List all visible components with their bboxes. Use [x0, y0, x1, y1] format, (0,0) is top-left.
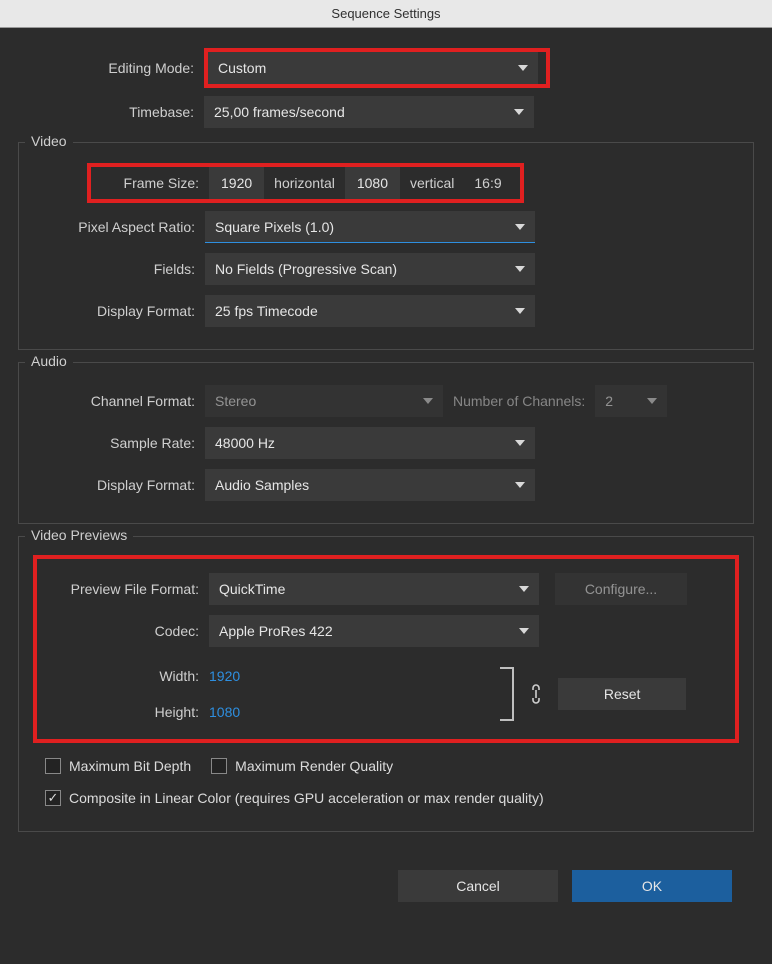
fields-value: No Fields (Progressive Scan)	[215, 253, 397, 285]
sample-rate-dropdown[interactable]: 48000 Hz	[205, 427, 535, 459]
audio-group: Audio Channel Format: Stereo Number of C…	[18, 362, 754, 524]
channel-format-dropdown: Stereo	[205, 385, 443, 417]
sample-rate-value: 48000 Hz	[215, 427, 275, 459]
video-display-format-value: 25 fps Timecode	[215, 295, 318, 327]
max-render-quality-checkbox[interactable]	[211, 758, 227, 774]
chevron-down-icon	[423, 398, 433, 404]
audio-display-format-dropdown[interactable]: Audio Samples	[205, 469, 535, 501]
par-dropdown[interactable]: Square Pixels (1.0)	[205, 211, 535, 243]
codec-dropdown[interactable]: Apple ProRes 422	[209, 615, 539, 647]
previews-legend: Video Previews	[25, 527, 133, 543]
frame-size-label: Frame Size:	[91, 175, 209, 191]
ok-button[interactable]: OK	[572, 870, 732, 902]
reset-button[interactable]: Reset	[558, 678, 686, 710]
editing-mode-value: Custom	[218, 52, 266, 84]
max-render-quality-label: Maximum Render Quality	[235, 758, 393, 774]
video-display-format-dropdown[interactable]: 25 fps Timecode	[205, 295, 535, 327]
previews-group: Video Previews Preview File Format: Quic…	[18, 536, 754, 832]
channel-format-label: Channel Format:	[19, 393, 205, 409]
composite-linear-checkbox[interactable]: ✓	[45, 790, 61, 806]
timebase-label: Timebase:	[18, 104, 204, 120]
video-legend: Video	[25, 133, 73, 149]
par-value: Square Pixels (1.0)	[215, 211, 334, 243]
channel-format-value: Stereo	[215, 385, 256, 417]
preview-width-input[interactable]: 1920	[209, 668, 240, 684]
preview-file-format-value: QuickTime	[219, 573, 285, 605]
chevron-down-icon	[515, 266, 525, 272]
preview-file-format-dropdown[interactable]: QuickTime	[209, 573, 539, 605]
chevron-down-icon	[647, 398, 657, 404]
num-channels-value: 2	[605, 385, 613, 417]
aspect-ratio-text: 16:9	[464, 175, 511, 191]
timebase-dropdown[interactable]: 25,00 frames/second	[204, 96, 534, 128]
preview-width-label: Width:	[37, 668, 209, 684]
chevron-down-icon	[515, 308, 525, 314]
preview-height-input[interactable]: 1080	[209, 704, 240, 720]
link-bracket	[500, 667, 514, 721]
fields-dropdown[interactable]: No Fields (Progressive Scan)	[205, 253, 535, 285]
chevron-down-icon	[515, 224, 525, 230]
chevron-down-icon	[519, 586, 529, 592]
editing-mode-label: Editing Mode:	[18, 60, 204, 76]
preview-file-format-label: Preview File Format:	[37, 581, 209, 597]
timebase-value: 25,00 frames/second	[214, 96, 345, 128]
num-channels-label: Number of Channels:	[443, 393, 595, 409]
audio-display-format-label: Display Format:	[19, 477, 205, 493]
preview-height-label: Height:	[37, 704, 209, 720]
fields-label: Fields:	[19, 261, 205, 277]
chevron-down-icon	[515, 440, 525, 446]
vertical-label: vertical	[400, 175, 464, 191]
audio-display-format-value: Audio Samples	[215, 469, 309, 501]
chevron-down-icon	[515, 482, 525, 488]
chevron-down-icon	[518, 65, 528, 71]
cancel-button[interactable]: Cancel	[398, 870, 558, 902]
horizontal-label: horizontal	[264, 175, 345, 191]
audio-legend: Audio	[25, 353, 73, 369]
codec-value: Apple ProRes 422	[219, 615, 333, 647]
video-display-format-label: Display Format:	[19, 303, 205, 319]
par-label: Pixel Aspect Ratio:	[19, 219, 205, 235]
frame-width-input[interactable]: 1920	[209, 167, 264, 199]
window-title: Sequence Settings	[0, 0, 772, 28]
frame-height-input[interactable]: 1080	[345, 167, 400, 199]
video-group: Video Frame Size: 1920 horizontal 1080 v…	[18, 142, 754, 350]
editing-mode-dropdown[interactable]: Custom	[208, 52, 538, 84]
max-bit-depth-checkbox[interactable]	[45, 758, 61, 774]
max-bit-depth-label: Maximum Bit Depth	[69, 758, 191, 774]
sample-rate-label: Sample Rate:	[19, 435, 205, 451]
link-icon[interactable]	[528, 683, 544, 705]
num-channels-dropdown: 2	[595, 385, 667, 417]
chevron-down-icon	[514, 109, 524, 115]
configure-button: Configure...	[555, 573, 687, 605]
composite-linear-label: Composite in Linear Color (requires GPU …	[69, 790, 544, 806]
chevron-down-icon	[519, 628, 529, 634]
dialog-body: Editing Mode: Custom Timebase: 25,00 fra…	[0, 28, 772, 912]
codec-label: Codec:	[37, 623, 209, 639]
